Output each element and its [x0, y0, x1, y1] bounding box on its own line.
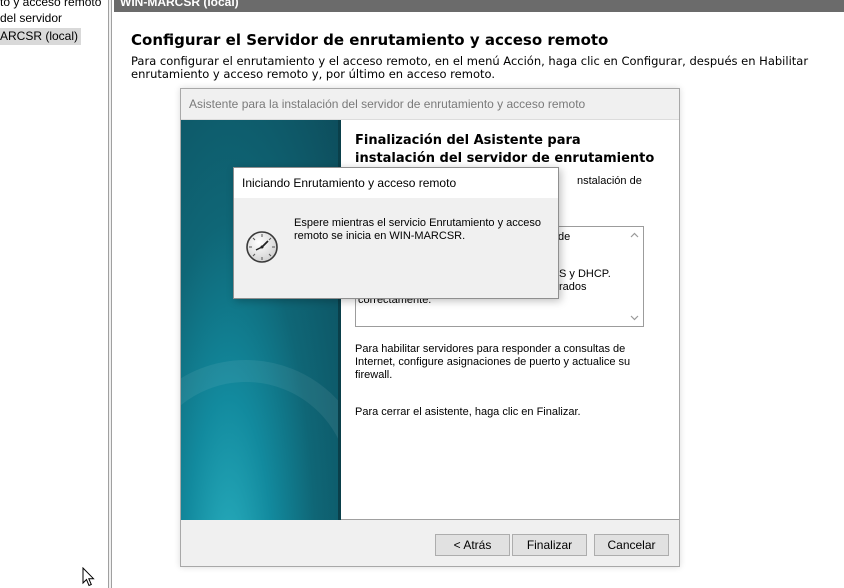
wizard-title: Asistente para la instalación del servid… — [189, 97, 586, 111]
wizard-intro-fragment: nstalación de — [577, 175, 642, 187]
summary-line: S y DHCP. — [559, 268, 611, 280]
wizard-paragraph-close: Para cerrar el asistente, haga clic en F… — [355, 406, 581, 418]
cancel-button[interactable]: Cancelar — [594, 534, 669, 556]
summary-line: de — [558, 231, 571, 243]
starting-service-dialog: Iniciando Enrutamiento y acceso remoto E… — [233, 167, 559, 299]
mouse-cursor-icon — [82, 566, 96, 587]
tree-item-server-status[interactable]: del servidor — [0, 10, 62, 27]
setup-wizard-window: Asistente para la instalación del servid… — [180, 88, 680, 567]
finish-button[interactable]: Finalizar — [512, 534, 587, 556]
page-description: Para configurar el enrutamiento y el acc… — [131, 54, 809, 81]
tree-item-local-server[interactable]: ARCSR (local) — [0, 28, 82, 45]
clock-icon — [245, 230, 279, 264]
scroll-down-icon[interactable] — [630, 313, 639, 322]
scroll-up-icon[interactable] — [630, 231, 639, 240]
dialog-message: Espere mientras el servicio Enrutamiento… — [294, 217, 541, 242]
summary-scrollbar[interactable] — [627, 227, 643, 326]
pane-header: WIN-MARCSR (local) — [114, 0, 844, 12]
summary-line: rados — [559, 281, 587, 293]
page-title: Configurar el Servidor de enrutamiento y… — [131, 31, 609, 49]
back-button[interactable]: < Atrás — [435, 534, 510, 556]
pane-splitter[interactable] — [108, 0, 112, 588]
wizard-paragraph-firewall: Para habilitar servidores para responder… — [355, 343, 631, 381]
dialog-title: Iniciando Enrutamiento y acceso remoto — [234, 168, 558, 198]
console-tree: to y acceso remoto del servidor ARCSR (l… — [0, 0, 108, 588]
